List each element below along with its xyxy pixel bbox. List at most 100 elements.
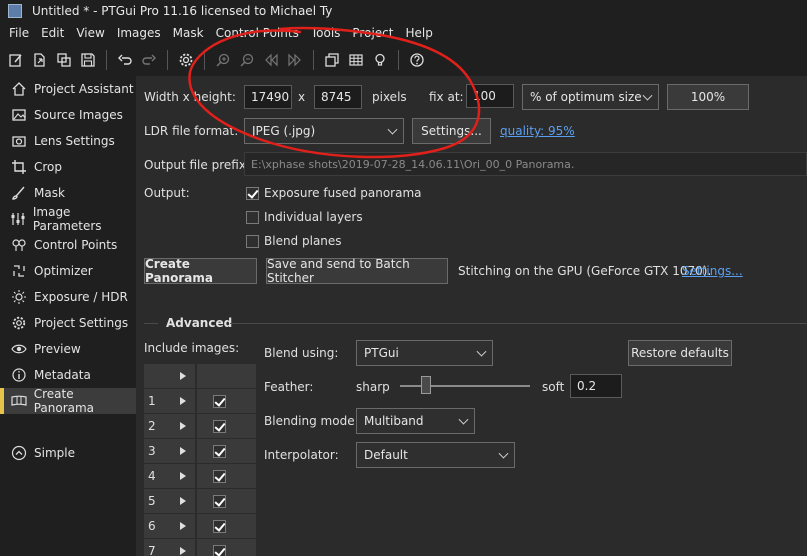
ldr-format-select[interactable]: JPEG (.jpg) xyxy=(244,118,404,144)
individual-layers-label: Individual layers xyxy=(264,210,363,224)
gpu-settings-link[interactable]: Settings... xyxy=(682,264,743,278)
height-input[interactable]: 8745 xyxy=(314,85,362,109)
info-icon xyxy=(10,366,28,384)
menu-mask[interactable]: Mask xyxy=(167,22,210,44)
zoom-out-icon[interactable] xyxy=(235,48,259,72)
include-checkbox[interactable] xyxy=(212,544,226,556)
save-icon[interactable] xyxy=(76,48,100,72)
zoom-in-icon[interactable] xyxy=(211,48,235,72)
interpolator-select[interactable]: Default xyxy=(356,442,515,468)
sidebar-item-crop[interactable]: Crop xyxy=(0,154,136,180)
fix-at-input[interactable]: 100 xyxy=(466,84,514,108)
row-arrow-icon[interactable] xyxy=(171,514,195,538)
blending-mode-select[interactable]: Multiband xyxy=(356,408,475,434)
image-include-cell[interactable] xyxy=(196,464,257,488)
menu-images[interactable]: Images xyxy=(111,22,167,44)
gear-icon xyxy=(10,314,28,332)
toolbar-separator xyxy=(398,50,399,70)
image-include-cell[interactable] xyxy=(196,414,257,438)
sidebar-item-simple[interactable]: Simple xyxy=(0,440,136,466)
menu-help[interactable]: Help xyxy=(399,22,438,44)
duplicate-icon[interactable] xyxy=(52,48,76,72)
menu-file[interactable]: File xyxy=(3,22,35,44)
feather-value-input[interactable]: 0.2 xyxy=(570,374,622,398)
redo-icon[interactable] xyxy=(137,48,161,72)
pin-icon xyxy=(10,236,28,254)
quality-link[interactable]: quality: 95% xyxy=(500,124,575,138)
previous-icon[interactable] xyxy=(259,48,283,72)
panorama-editor-icon[interactable] xyxy=(320,48,344,72)
include-checkbox[interactable] xyxy=(212,469,226,483)
individual-layers-checkbox[interactable] xyxy=(246,211,259,224)
menu-tools[interactable]: Tools xyxy=(305,22,347,44)
image-include-cell[interactable] xyxy=(196,439,257,463)
exposure-fused-checkbox[interactable] xyxy=(246,187,259,200)
restore-defaults-button[interactable]: Restore defaults xyxy=(628,340,732,366)
feather-slider-handle[interactable] xyxy=(421,376,431,394)
times-label: x xyxy=(298,90,306,104)
undo-icon[interactable] xyxy=(113,48,137,72)
image-include-cell[interactable] xyxy=(196,389,257,413)
create-panorama-button[interactable]: Create Panorama xyxy=(144,257,257,285)
table-row: 6 xyxy=(144,514,257,539)
table-icon[interactable] xyxy=(344,48,368,72)
row-arrow-icon[interactable] xyxy=(171,489,195,513)
percent-100-button[interactable]: 100% xyxy=(667,84,749,110)
row-arrow-icon[interactable] xyxy=(171,439,195,463)
sidebar-item-mask[interactable]: Mask xyxy=(0,180,136,206)
chevron-down-icon xyxy=(642,90,653,101)
lightbulb-icon[interactable] xyxy=(368,48,392,72)
blend-using-select[interactable]: PTGui xyxy=(356,340,493,366)
ldr-settings-button[interactable]: Settings... xyxy=(412,118,491,144)
sidebar-item-metadata[interactable]: Metadata xyxy=(0,362,136,388)
advanced-divider-right xyxy=(230,323,807,324)
sidebar-item-preview[interactable]: Preview xyxy=(0,336,136,362)
width-input[interactable]: 17490 xyxy=(244,85,292,109)
sidebar-item-optimizer[interactable]: Optimizer xyxy=(0,258,136,284)
toolbar-separator xyxy=(313,50,314,70)
row-arrow-icon[interactable] xyxy=(171,364,195,388)
include-checkbox[interactable] xyxy=(212,519,226,533)
image-include-cell[interactable] xyxy=(196,514,257,538)
blend-planes-checkbox[interactable] xyxy=(246,235,259,248)
sidebar-item-project-settings[interactable]: Project Settings xyxy=(0,310,136,336)
new-project-icon[interactable] xyxy=(4,48,28,72)
sidebar-item-project-assistant[interactable]: Project Assistant xyxy=(0,76,136,102)
include-checkbox[interactable] xyxy=(212,444,226,458)
size-mode-select[interactable]: % of optimum size xyxy=(522,84,659,110)
image-include-cell[interactable] xyxy=(196,539,257,556)
sidebar-item-control-points[interactable]: Control Points xyxy=(0,232,136,258)
row-arrow-icon[interactable] xyxy=(171,464,195,488)
image-include-cell[interactable] xyxy=(196,489,257,513)
sidebar-item-label: Project Settings xyxy=(34,316,129,330)
include-checkbox[interactable] xyxy=(212,394,226,408)
eye-icon xyxy=(10,340,28,358)
feather-slider-track[interactable] xyxy=(400,385,530,387)
table-row: 2 xyxy=(144,414,257,439)
image-include-cell[interactable] xyxy=(196,364,257,388)
menu-control-points[interactable]: Control Points xyxy=(210,22,305,44)
sidebar-item-exposure-hdr[interactable]: Exposure / HDR xyxy=(0,284,136,310)
sidebar-item-create-panorama[interactable]: Create Panorama xyxy=(0,387,136,415)
settings-gear-icon[interactable] xyxy=(174,48,198,72)
menu-view[interactable]: View xyxy=(70,22,110,44)
fix-at-label: fix at: xyxy=(429,90,464,104)
sidebar-item-image-parameters[interactable]: Image Parameters xyxy=(0,205,136,233)
open-icon[interactable] xyxy=(28,48,52,72)
menu-project[interactable]: Project xyxy=(346,22,399,44)
row-arrow-icon[interactable] xyxy=(171,389,195,413)
include-checkbox[interactable] xyxy=(212,419,226,433)
output-prefix-input[interactable]: E:\xphase shots\2019-07-28_14.06.11\Ori_… xyxy=(244,152,807,176)
menu-edit[interactable]: Edit xyxy=(35,22,70,44)
sidebar-item-lens-settings[interactable]: Lens Settings xyxy=(0,128,136,154)
row-arrow-icon[interactable] xyxy=(171,414,195,438)
include-checkbox[interactable] xyxy=(212,494,226,508)
title-bar: Untitled * - PTGui Pro 11.16 licensed to… xyxy=(0,0,807,22)
next-icon[interactable] xyxy=(283,48,307,72)
help-icon[interactable] xyxy=(405,48,429,72)
sharp-label: sharp xyxy=(356,380,390,394)
sidebar-item-source-images[interactable]: Source Images xyxy=(0,102,136,128)
batch-stitcher-button[interactable]: Save and send to Batch Stitcher xyxy=(266,257,448,285)
row-arrow-icon[interactable] xyxy=(171,539,195,556)
table-row: 3 xyxy=(144,439,257,464)
